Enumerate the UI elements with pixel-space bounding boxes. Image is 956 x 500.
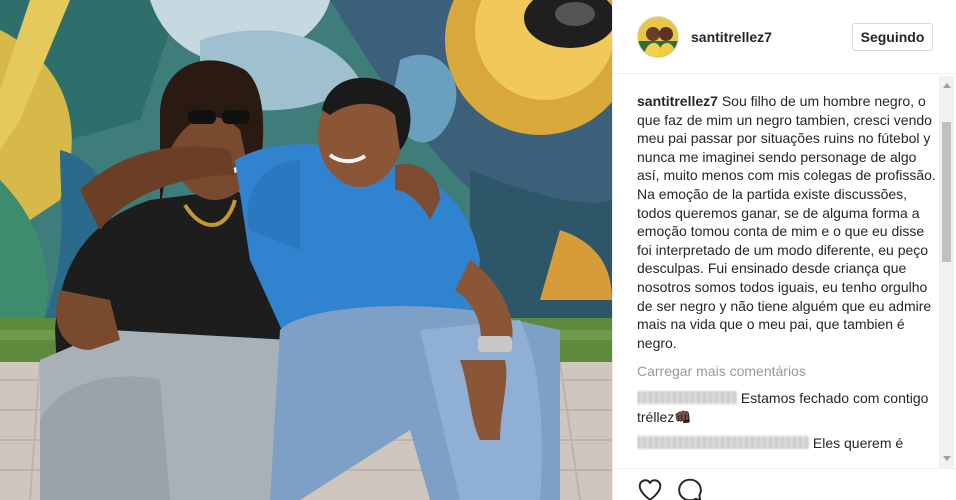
- comments-scrollbar[interactable]: [939, 76, 954, 468]
- caption-text: Sou filho de um hombre negro, o que faz …: [637, 93, 936, 351]
- post-caption: santitrellez7 Sou filho de um hombre neg…: [637, 92, 937, 352]
- post-photo: [0, 0, 612, 500]
- avatar[interactable]: [637, 16, 679, 58]
- comment-item: Estamos fechado com contigo tréllez👊🏿: [637, 389, 937, 426]
- comments-list: santitrellez7 Sou filho de um hombre neg…: [637, 92, 937, 468]
- comment-text: Eles querem é: [812, 435, 904, 452]
- scroll-thumb[interactable]: [942, 122, 951, 262]
- scroll-up-arrow-icon[interactable]: [943, 83, 951, 88]
- scroll-down-arrow-icon[interactable]: [943, 456, 951, 461]
- header-username[interactable]: santitrellez7: [691, 29, 772, 45]
- comment-username-blurred[interactable]: [637, 390, 737, 404]
- comment-item: Eles querem é: [637, 434, 937, 453]
- avatar-image: [638, 17, 678, 57]
- post-header: santitrellez7 Seguindo: [613, 0, 956, 74]
- following-button[interactable]: Seguindo: [852, 23, 933, 51]
- post-image: [0, 0, 612, 500]
- post-sidebar: santitrellez7 Seguindo santitrellez7 Sou…: [612, 0, 956, 500]
- heart-icon[interactable]: [637, 477, 663, 500]
- comment-icon[interactable]: [677, 477, 703, 500]
- caption-username[interactable]: santitrellez7: [637, 93, 718, 109]
- post-actions: [613, 468, 956, 500]
- load-more-comments-button[interactable]: Carregar mais comentários: [637, 362, 937, 381]
- comment-username-blurred[interactable]: [637, 436, 809, 450]
